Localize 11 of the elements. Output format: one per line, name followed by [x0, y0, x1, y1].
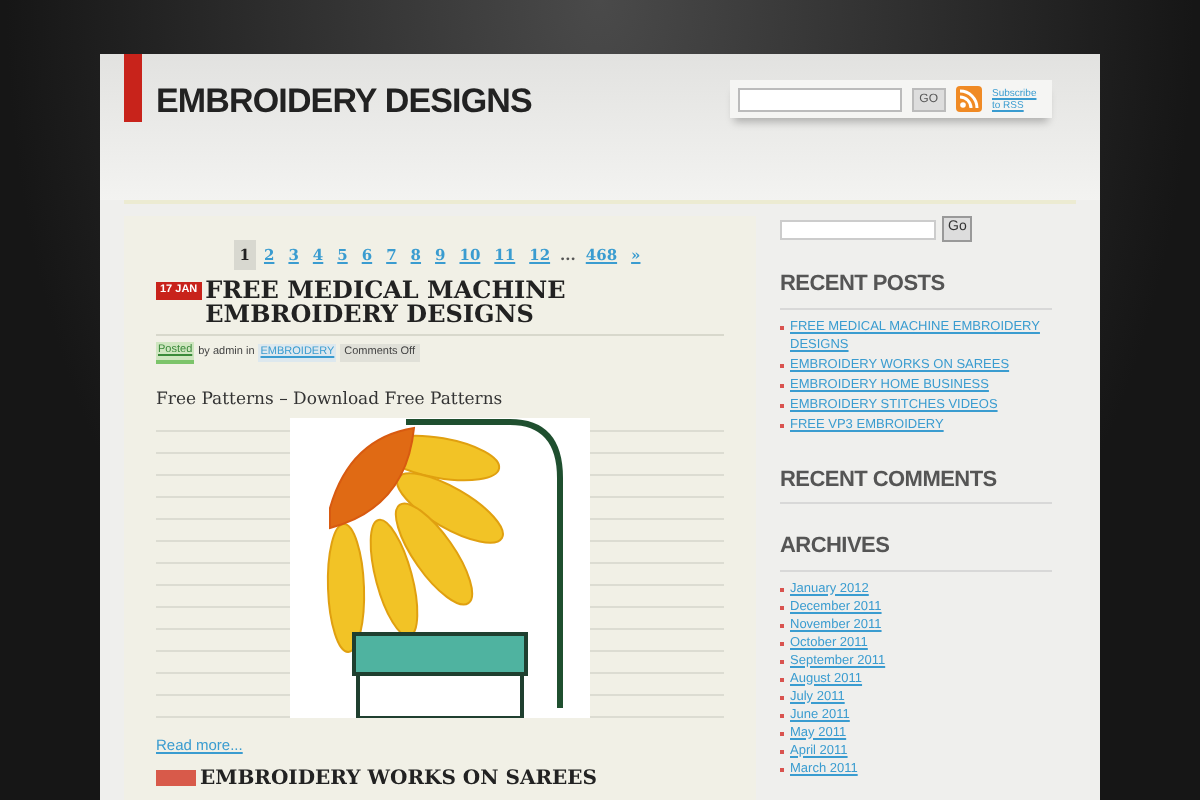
ribbon-icon	[124, 54, 142, 122]
widget-heading: RECENT POSTS	[780, 268, 1052, 309]
sidebar-search-field[interactable]	[780, 219, 936, 239]
date-badge	[156, 770, 196, 786]
search-field[interactable]	[737, 87, 902, 111]
rss-icon	[956, 86, 982, 112]
post-title[interactable]: FREE MEDICAL MACHINE EMBROIDERY DESIGNS	[205, 278, 724, 327]
widget-heading: RECENT COMMENTS	[780, 463, 1052, 504]
post-title[interactable]: EMBROIDERY WORKS ON SAREES	[200, 767, 597, 789]
site-title: EMBROIDERY DESIGNS	[156, 80, 532, 124]
widget-heading: ARCHIVES	[780, 530, 1052, 571]
